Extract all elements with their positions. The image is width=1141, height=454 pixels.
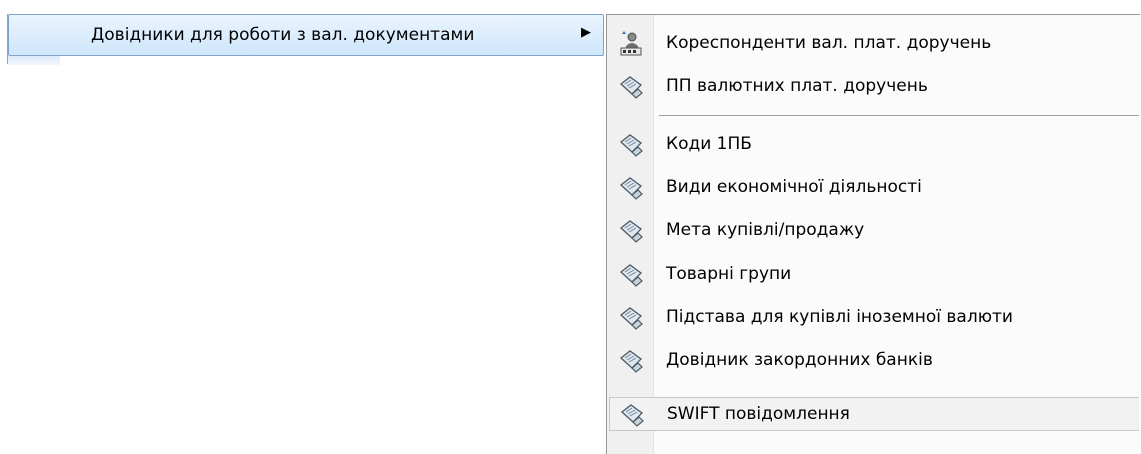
menu-item-label: Коди 1ПБ [666, 134, 752, 154]
menu-item-foreign-banks[interactable]: Довідник закордонних банків [609, 344, 1139, 378]
menu-item-label: SWIFT повідомлення [667, 404, 850, 424]
menu-item-shadow [8, 56, 60, 65]
menu-item-label: Мета купівлі/продажу [666, 220, 865, 240]
menu-item-label: Кореспонденти вал. плат. доручень [666, 33, 992, 53]
menu-item-correspondents[interactable]: Кореспонденти вал. плат. доручень [609, 27, 1139, 61]
menu-item-label: Підстава для купівлі іноземної валюти [666, 307, 1013, 327]
document-hand-icon [619, 76, 643, 99]
document-hand-icon [619, 177, 643, 200]
menu-separator [659, 115, 1139, 116]
document-hand-icon [620, 404, 644, 427]
menu-item-swift-messages[interactable]: SWIFT повідомлення [609, 397, 1139, 431]
menu-item-codes-1pb[interactable]: Коди 1ПБ [609, 128, 1139, 162]
submenu-arrow-icon: ▶ [581, 25, 591, 40]
menu-item-foreign-currency-basis[interactable]: Підстава для купівлі іноземної валюти [609, 301, 1139, 335]
submenu: Кореспонденти вал. плат. доручень ПП вал… [606, 14, 1140, 454]
document-hand-icon [619, 264, 643, 287]
menu-item-label: Довідники для роботи з вал. документами [91, 25, 475, 45]
menu-item-label: Види економічної діяльності [666, 177, 922, 197]
parent-menu: Довідники для роботи з вал. документами … [0, 0, 606, 441]
menu-item-label: Довідник закордонних банків [666, 350, 933, 370]
document-hand-icon [619, 350, 643, 373]
document-hand-icon [619, 307, 643, 330]
menu-item-currency-references[interactable]: Довідники для роботи з вал. документами … [8, 14, 604, 56]
correspondent-icon [620, 31, 642, 56]
document-hand-icon [619, 220, 643, 243]
document-hand-icon [619, 134, 643, 157]
menu-item-economic-activities[interactable]: Види економічної діяльності [609, 171, 1139, 205]
menu-item-label: ПП валютних плат. доручень [666, 76, 928, 96]
menu-item-purchase-purpose[interactable]: Мета купівлі/продажу [609, 214, 1139, 248]
menu-item-currency-payment-orders[interactable]: ПП валютних плат. доручень [609, 70, 1139, 104]
menu-item-label: Товарні групи [666, 264, 792, 284]
menu-item-product-groups[interactable]: Товарні групи [609, 258, 1139, 292]
